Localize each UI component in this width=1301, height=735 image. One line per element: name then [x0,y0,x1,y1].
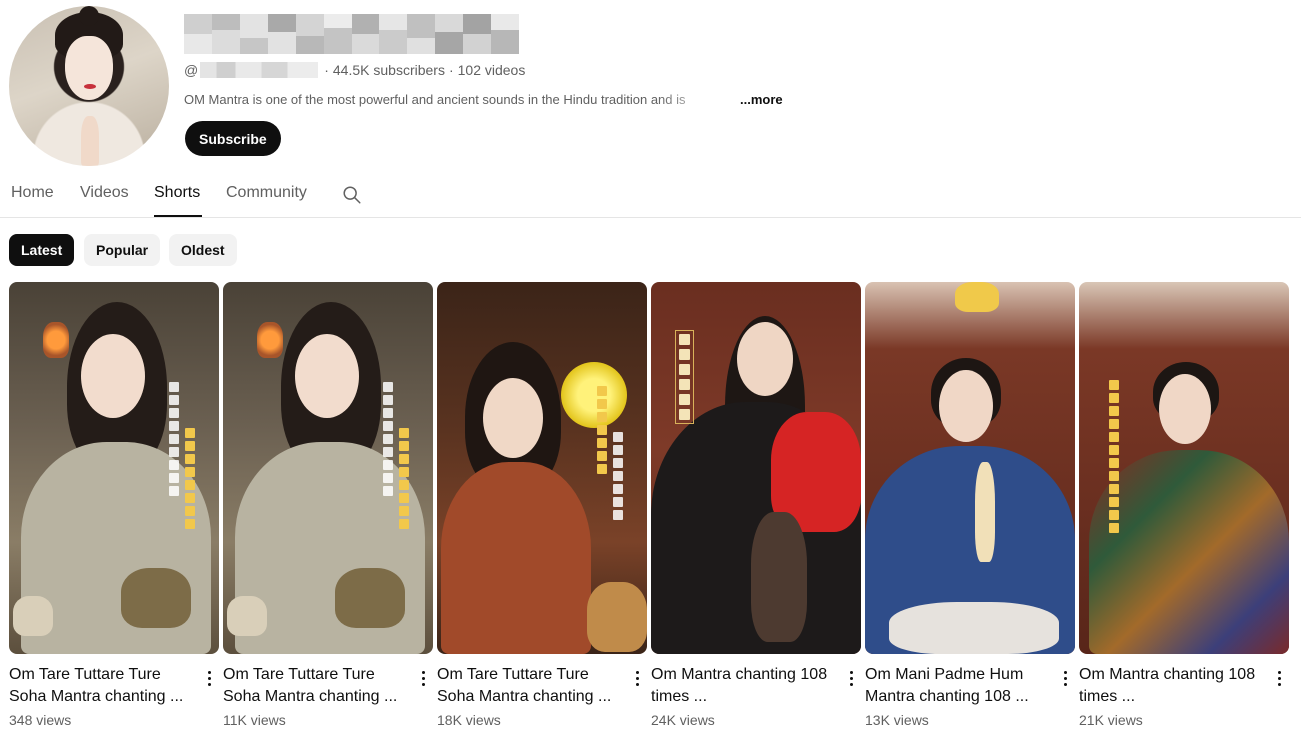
channel-description[interactable]: OM Mantra is one of the most powerful an… [184,92,794,107]
short-title[interactable]: Om Tare Tuttare Ture Soha Mantra chantin… [437,664,627,708]
chip-oldest[interactable]: Oldest [169,234,237,266]
search-icon[interactable] [341,184,363,206]
short-item: Om Mantra chanting 108 times ... 21K vie… [1079,282,1289,728]
avatar-hands [81,116,99,166]
caption-overlay [383,382,395,496]
caption-overlay [399,428,411,529]
short-thumbnail[interactable] [223,282,433,654]
short-title[interactable]: Om Mantra chanting 108 times ... [651,664,841,708]
channel-handle-redacted [200,62,319,78]
short-thumbnail[interactable] [651,282,861,654]
more-options-icon[interactable] [627,664,647,692]
short-item: Om Tare Tuttare Ture Soha Mantra chantin… [437,282,647,728]
short-title[interactable]: Om Tare Tuttare Ture Soha Mantra chantin… [223,664,413,708]
short-thumbnail[interactable] [437,282,647,654]
short-item: Om Mani Padme Hum Mantra chanting 108 ..… [865,282,1075,728]
caption-overlay [185,428,197,529]
caption-overlay [169,382,181,496]
short-views: 24K views [651,712,715,728]
avatar-lips [84,84,96,89]
subscribe-button[interactable]: Subscribe [185,121,281,156]
caption-overlay [675,330,694,424]
short-item: Om Tare Tuttare Ture Soha Mantra chantin… [223,282,433,728]
channel-meta: @ · 44.5K subscribers · 102 videos [184,62,525,78]
short-views: 18K views [437,712,501,728]
short-thumbnail[interactable] [9,282,219,654]
short-thumbnail[interactable] [1079,282,1289,654]
short-item: Om Tare Tuttare Ture Soha Mantra chantin… [9,282,219,728]
chip-latest[interactable]: Latest [9,234,75,266]
short-views: 21K views [1079,712,1143,728]
avatar-face [65,36,113,100]
short-views: 348 views [9,712,72,728]
subscriber-count: 44.5K subscribers [332,62,445,78]
handle-prefix: @ [184,62,199,78]
short-title[interactable]: Om Mantra chanting 108 times ... [1079,664,1269,708]
short-item: Om Mantra chanting 108 times ... 24K vie… [651,282,861,728]
short-views: 11K views [223,712,286,728]
short-thumbnail[interactable] [865,282,1075,654]
meta-separator: · [324,62,329,78]
channel-avatar[interactable] [9,6,169,166]
short-title[interactable]: Om Tare Tuttare Ture Soha Mantra chantin… [9,664,199,708]
short-views: 13K views [865,712,929,728]
more-link[interactable]: ...more [740,92,783,107]
tab-home[interactable]: Home [11,184,54,202]
channel-name-redacted [184,14,520,54]
tab-shorts[interactable]: Shorts [154,184,200,202]
more-options-icon[interactable] [199,664,219,692]
meta-separator: · [448,62,454,78]
active-tab-indicator [154,215,202,217]
tab-videos[interactable]: Videos [80,184,129,202]
description-text: OM Mantra is one of the most powerful an… [184,92,686,107]
video-count: 102 videos [457,62,526,78]
more-options-icon[interactable] [1055,664,1075,692]
caption-overlay [597,386,609,474]
caption-overlay [1109,380,1121,533]
more-options-icon[interactable] [841,664,861,692]
more-options-icon[interactable] [413,664,433,692]
channel-tabs: Home Videos Shorts Community [0,170,1301,218]
more-options-icon[interactable] [1269,664,1289,692]
short-title[interactable]: Om Mani Padme Hum Mantra chanting 108 ..… [865,664,1055,708]
caption-overlay [613,432,625,520]
avatar-hair-bun [79,6,99,26]
chip-popular[interactable]: Popular [84,234,161,266]
tab-community[interactable]: Community [226,184,307,202]
